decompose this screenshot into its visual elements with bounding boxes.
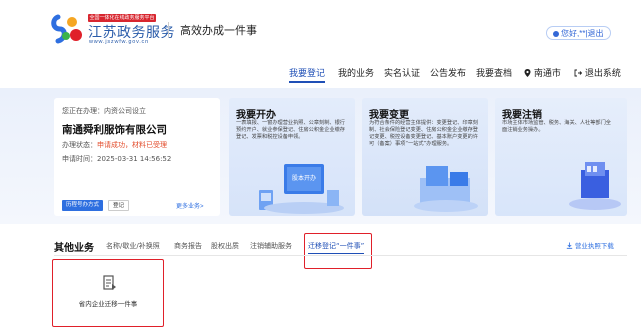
service-card-change[interactable]: 我要变更 为符合条件的经营主体提供：变更登记、印章刻制、社会保险登记变更、住房公… xyxy=(362,98,488,216)
top-nav: 我要登记 我的业务 实名认证 公告发布 我要查档 南通市 退出系统 xyxy=(0,60,641,84)
logo-url: www.jszwfw.gov.cn xyxy=(89,39,149,45)
service-card-title: 我要开办 xyxy=(236,110,276,121)
service-card-desc: 为符合条件的经营主体提供：变更登记、印章刻制、社会保险登记变更、住房公积金企业缴… xyxy=(369,120,478,147)
section-title: 高效办成一件事 xyxy=(180,24,257,37)
tab-name-suspend[interactable]: 名称/歇业/补换照 xyxy=(106,241,160,251)
processing-label: 您正在办理：内资公司设立 xyxy=(62,107,146,115)
license-download-link[interactable]: 营业执照下载 xyxy=(566,240,614,250)
service-card-title: 我要注销 xyxy=(502,110,542,121)
other-business-label: 其他业务 xyxy=(54,243,94,254)
jiangsu-logo-icon xyxy=(51,14,82,44)
nav-item-my-business[interactable]: 我的业务 xyxy=(338,66,374,79)
nav-logout-label: 退出系统 xyxy=(584,69,621,79)
art-text: 股本开办 xyxy=(292,174,316,182)
migration-business-card[interactable]: 省内企业迁移一件事 xyxy=(52,259,164,327)
register-button[interactable]: 登记 xyxy=(108,200,130,211)
company-name: 南通舜利服饰有限公司 xyxy=(62,124,167,136)
platform-badge: 全国一体化在线政务服务平台 xyxy=(88,14,156,22)
more-business-link[interactable]: 更多业务> xyxy=(176,201,204,210)
open-business-illustration: 股本开办 xyxy=(259,164,344,214)
document-icon xyxy=(103,275,116,290)
user-logout-box[interactable]: 您好,**|退出 xyxy=(546,26,611,40)
change-business-illustration xyxy=(414,166,478,212)
apply-time: 申请时间：2025-03-31 14:56:52 xyxy=(62,155,172,163)
nav-item-realname[interactable]: 实名认证 xyxy=(384,66,420,79)
header: 全国一体化在线政务服务平台 江苏政务服务 www.jszwfw.gov.cn 高… xyxy=(0,0,641,60)
nav-item-register[interactable]: 我要登记 xyxy=(289,66,326,83)
tab-cancel-assist[interactable]: 注销辅助服务 xyxy=(250,241,292,251)
download-label: 营业执照下载 xyxy=(574,243,614,250)
nav-item-archive[interactable]: 我要查档 xyxy=(476,66,512,79)
download-icon xyxy=(566,242,573,249)
tab-business-report[interactable]: 商务报告 xyxy=(174,241,202,251)
service-card-title: 我要变更 xyxy=(369,110,409,121)
cancel-business-illustration xyxy=(569,162,621,210)
section-divider xyxy=(54,255,627,256)
status-label: 办理状态： xyxy=(62,141,97,149)
nav-city-label: 南通市 xyxy=(533,69,561,79)
service-card-desc: 一表填报、一窗办理营业执照、公章刻制、银行预约开户、就业参保登记、住房公积金企业… xyxy=(236,120,345,140)
nav-item-announcement[interactable]: 公告发布 xyxy=(430,66,466,79)
status-row: 办理状态：申请成功，材料已受理 xyxy=(62,140,167,150)
user-icon xyxy=(553,31,559,37)
nav-item-logout[interactable]: 退出系统 xyxy=(574,66,621,79)
hero-section: 您正在办理：内资公司设立 南通舜利服饰有限公司 办理状态：申请成功，材料已受理 … xyxy=(0,88,641,224)
location-pin-icon xyxy=(524,69,531,77)
application-info-card: 您正在办理：内资公司设立 南通舜利服饰有限公司 办理状态：申请成功，材料已受理 … xyxy=(54,98,220,216)
nav-item-city[interactable]: 南通市 xyxy=(524,66,561,79)
highlight-box-tab xyxy=(304,233,372,269)
service-card-desc: 市场主体市场监管、税务、海关、人社等部门全面注销业务操办。 xyxy=(502,120,611,133)
logout-icon xyxy=(574,69,583,77)
service-card-open[interactable]: 我要开办 一表填报、一窗办理营业执照、公章刻制、银行预约开户、就业参保登记、住房… xyxy=(229,98,355,216)
header-divider xyxy=(168,22,169,38)
service-card-cancel[interactable]: 我要注销 市场主体市场监管、税务、海关、人社等部门全面注销业务操办。 xyxy=(495,98,627,216)
tab-equity-pledge[interactable]: 股权出质 xyxy=(211,241,239,251)
user-text[interactable]: 您好,**|退出 xyxy=(561,29,604,38)
migration-card-label: 省内企业迁移一件事 xyxy=(78,300,138,308)
progress-button[interactable]: 历程号办方式 xyxy=(62,200,104,211)
status-value: 申请成功，材料已受理 xyxy=(97,141,167,149)
